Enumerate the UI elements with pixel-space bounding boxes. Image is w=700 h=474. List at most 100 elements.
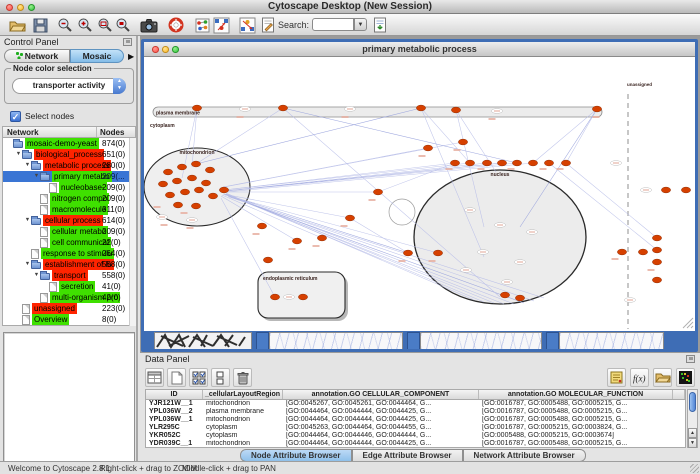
- network-node[interactable]: [201, 180, 210, 186]
- close-network-window-icon[interactable]: [152, 46, 159, 53]
- network-node[interactable]: [180, 189, 189, 195]
- network-node[interactable]: [403, 250, 412, 256]
- tree-row[interactable]: macromolecule311(0): [3, 204, 135, 215]
- network-edge[interactable]: [224, 194, 408, 253]
- table-row[interactable]: YPL036W__2plasma membrane[GO:0044464, GO…: [146, 408, 685, 416]
- network-node[interactable]: [433, 250, 442, 256]
- tree-row[interactable]: ▼transport558(0): [3, 270, 135, 281]
- disclosure-triangle-icon[interactable]: ▼: [24, 160, 31, 171]
- network-node[interactable]: [652, 259, 661, 265]
- zoom-in-icon[interactable]: [76, 16, 94, 34]
- tree-row[interactable]: response to stimulu264(0): [3, 248, 135, 259]
- network-node[interactable]: [497, 160, 506, 166]
- network-node[interactable]: [298, 294, 307, 300]
- close-window-icon[interactable]: [6, 4, 13, 11]
- network-node[interactable]: [482, 160, 491, 166]
- network-node[interactable]: [451, 107, 460, 113]
- resize-grip[interactable]: [690, 464, 699, 473]
- network-node[interactable]: [172, 178, 181, 184]
- network-node[interactable]: [528, 160, 537, 166]
- tree-row[interactable]: cellular metabo209(0): [3, 226, 135, 237]
- network-node[interactable]: [257, 223, 266, 229]
- minimize-network-window-icon[interactable]: [162, 46, 169, 53]
- disclosure-triangle-icon[interactable]: ▼: [33, 171, 40, 182]
- network-edge[interactable]: [224, 163, 470, 190]
- data-table-scrollbar[interactable]: ▲ ▼: [687, 389, 698, 448]
- network-node[interactable]: [500, 292, 509, 298]
- birds-eye-view[interactable]: [3, 332, 135, 474]
- minimized-network-window[interactable]: [154, 332, 252, 349]
- annotation-pad-icon[interactable]: [607, 368, 626, 387]
- zoom-out-icon[interactable]: [56, 16, 74, 34]
- network-edge[interactable]: [222, 195, 322, 238]
- network-node[interactable]: [345, 215, 354, 221]
- disclosure-triangle-icon[interactable]: ▼: [15, 149, 22, 160]
- delete-attribute-icon[interactable]: [233, 368, 252, 387]
- minimize-window-icon[interactable]: [17, 4, 24, 11]
- tree-row[interactable]: ▼metabolic process280(0): [3, 160, 135, 171]
- scroll-up-icon[interactable]: ▲: [688, 428, 697, 438]
- table-row[interactable]: YKR052Ccytoplasm[GO:0044464, GO:0044446,…: [146, 432, 685, 440]
- disclosure-triangle-icon[interactable]: ▼: [33, 270, 40, 281]
- tree-row[interactable]: unassigned223(0): [3, 303, 135, 314]
- network-node[interactable]: [661, 187, 670, 193]
- zoom-window-icon[interactable]: [28, 4, 35, 11]
- network-node[interactable]: [292, 238, 301, 244]
- search-input[interactable]: [312, 18, 354, 31]
- background-network-window[interactable]: [420, 332, 542, 349]
- tree-row[interactable]: nitrogen compo209(0): [3, 193, 135, 204]
- background-window-titlebar[interactable]: [407, 332, 420, 349]
- tree-row[interactable]: nucleobase-209(0): [3, 182, 135, 193]
- background-window-titlebar[interactable]: [546, 332, 559, 349]
- tree-row[interactable]: Overview8(0): [3, 314, 135, 325]
- background-network-window[interactable]: [269, 332, 403, 349]
- network-node[interactable]: [208, 193, 217, 199]
- network-window[interactable]: primary metabolic process plasma membran…: [141, 39, 698, 352]
- network-node[interactable]: [458, 139, 467, 145]
- col-header-molecular-function[interactable]: annotation.GO MOLECULAR_FUNCTION: [479, 390, 673, 399]
- scrollbar-thumb[interactable]: [689, 392, 696, 412]
- network-node[interactable]: [191, 161, 200, 167]
- select-attributes-icon[interactable]: [189, 368, 208, 387]
- network-window-titlebar[interactable]: primary metabolic process: [144, 42, 695, 57]
- network-node[interactable]: [515, 295, 524, 301]
- network-node[interactable]: [163, 169, 172, 175]
- network-node[interactable]: [652, 235, 661, 241]
- tab-network[interactable]: Network: [4, 49, 70, 63]
- network-canvas[interactable]: plasma membranecytoplasmmitochondrionnuc…: [144, 57, 695, 331]
- network-node[interactable]: [270, 294, 279, 300]
- network-node[interactable]: [263, 257, 272, 263]
- network-node[interactable]: [165, 192, 174, 198]
- new-attribute-icon[interactable]: [167, 368, 186, 387]
- network-node[interactable]: [278, 105, 287, 111]
- import-attributes-icon[interactable]: [653, 368, 672, 387]
- network-edge[interactable]: [221, 198, 275, 297]
- tree-row[interactable]: cell communicat22(0): [3, 237, 135, 248]
- network-node[interactable]: [681, 187, 690, 193]
- import-file-icon[interactable]: [371, 16, 389, 34]
- network-node[interactable]: [561, 160, 570, 166]
- network-node[interactable]: [317, 235, 326, 241]
- tree-scrollbar[interactable]: [129, 138, 136, 326]
- select-nodes-checkbox[interactable]: ✓: [10, 111, 21, 122]
- attribute-browser-icon[interactable]: [145, 368, 164, 387]
- vizmapper-icon[interactable]: [193, 16, 211, 34]
- network-node[interactable]: [544, 160, 553, 166]
- open-folder-icon[interactable]: [8, 16, 26, 34]
- table-row[interactable]: YPL036W__1mitochondrion[GO:0044464, GO:0…: [146, 416, 685, 424]
- col-header-cellular-component[interactable]: annotation.GO CELLULAR_COMPONENT: [283, 390, 479, 399]
- search-dropdown-icon[interactable]: ▼: [354, 18, 367, 31]
- network-node[interactable]: [205, 167, 214, 173]
- tree-row[interactable]: mosaic-demo-yeast874(0): [3, 138, 135, 149]
- network-node[interactable]: [652, 277, 661, 283]
- snapshot-camera-icon[interactable]: [140, 16, 158, 34]
- tree-row[interactable]: ▼biological_process651(0): [3, 149, 135, 160]
- tree-row[interactable]: ▼primary metabo209(...: [3, 171, 135, 182]
- disclosure-triangle-icon[interactable]: ▼: [24, 259, 31, 270]
- tree-row[interactable]: ▼cellular process614(0): [3, 215, 135, 226]
- node-color-dropdown[interactable]: transporter activity ▲▼: [12, 78, 126, 94]
- table-row[interactable]: YDR039C__1mitochondrion[GO:0044464, GO:0…: [146, 440, 685, 448]
- network-node[interactable]: [173, 202, 182, 208]
- canvas-resize-grip[interactable]: [683, 318, 693, 328]
- unselect-attributes-icon[interactable]: [211, 368, 230, 387]
